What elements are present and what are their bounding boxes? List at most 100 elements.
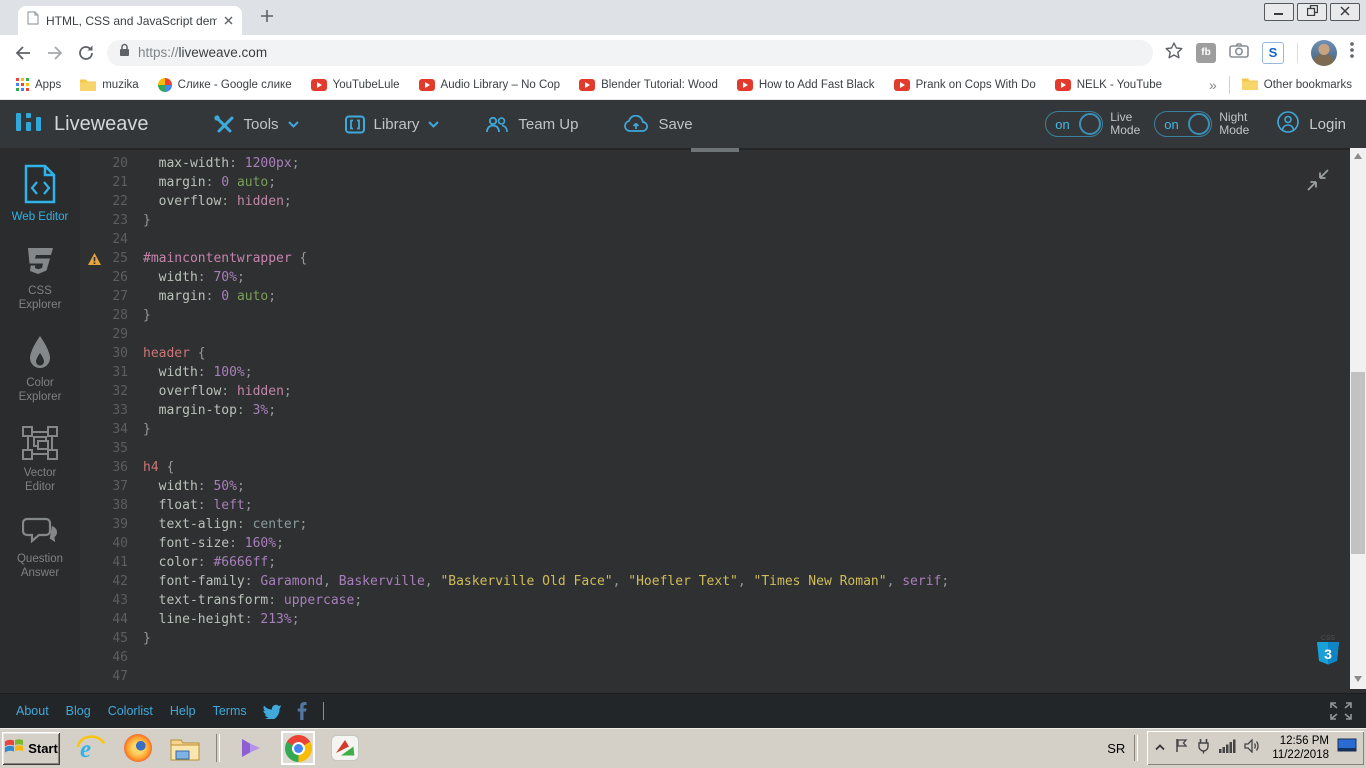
toggle-knob[interactable] [1079,113,1102,135]
code-line[interactable]: 44 line-height: 213%; [80,610,1350,629]
code-lines[interactable]: 20 max-width: 1200px; 21 margin: 0 auto; 2… [80,154,1350,686]
bookmark-how-to-add-fast-black[interactable]: How to Add Fast Black [736,78,875,91]
browser-tab[interactable]: HTML, CSS and JavaScript demo - Li [18,6,242,35]
collapse-pane-icon[interactable] [1306,168,1330,197]
code-line[interactable]: 32 overflow: hidden; [80,382,1350,401]
taskbar-app-download-manager[interactable] [329,732,361,764]
code-line[interactable]: 22 overflow: hidden; [80,192,1350,211]
twitter-icon[interactable] [262,703,282,719]
code-line[interactable]: 40 font-size: 160%; [80,534,1350,553]
action-center-flag-icon[interactable] [1174,738,1188,758]
fullscreen-expand-icon[interactable] [1328,700,1366,722]
facebook-icon[interactable] [297,702,307,720]
scroll-up-icon[interactable] [1350,150,1366,162]
reload-button[interactable] [78,45,95,61]
sidebar-item-question-answer[interactable]: Question Answer [3,516,77,580]
code-line[interactable]: 36 h4 { [80,458,1350,477]
camera-extension-icon[interactable] [1229,42,1249,63]
menu-item-save[interactable]: Save [624,115,693,133]
back-button[interactable] [14,45,32,61]
code-line[interactable]: 43 text-transform: uppercase; [80,591,1350,610]
taskbar-clock[interactable]: 12:56 PM 11/22/2018 [1272,734,1329,762]
new-tab-button[interactable] [256,7,278,29]
toggle-knob[interactable] [1188,113,1211,135]
bookmark-blender-tutorial-wood[interactable]: Blender Tutorial: Wood [579,78,718,91]
footer-link-about[interactable]: About [16,704,49,718]
code-line[interactable]: 42 font-family: Garamond, Baskerville, "… [80,572,1350,591]
code-line[interactable]: 21 margin: 0 auto; [80,173,1350,192]
fb-extension-icon[interactable]: fb [1196,42,1216,63]
bookmark-audio-library-no-cop[interactable]: Audio Library – No Cop [418,78,560,91]
sidebar-item-web-editor[interactable]: Web Editor [3,164,77,224]
code-line[interactable]: 38 float: left; [80,496,1350,515]
css-code-editor[interactable]: 20 max-width: 1200px; 21 margin: 0 auto; 2… [80,148,1350,693]
code-line[interactable]: 28} [80,306,1350,325]
login-button[interactable]: Login [1277,111,1346,137]
footer-link-help[interactable]: Help [170,704,196,718]
code-line[interactable]: 37 width: 50%; [80,477,1350,496]
page-scrollbar[interactable] [1350,148,1366,689]
bookmark-star-icon[interactable] [1165,41,1183,64]
bookmark-apps[interactable]: Apps [16,78,61,91]
live-mode-toggle[interactable]: on Live Mode [1045,111,1140,137]
liveweave-logo[interactable]: Liveweave [0,109,149,139]
language-indicator[interactable]: SR [1107,741,1125,756]
close-button[interactable] [1330,3,1360,21]
forward-button[interactable] [46,45,64,61]
address-bar[interactable]: https://liveweave.com [107,39,1153,66]
code-line[interactable]: 47 [80,667,1350,686]
minimize-button[interactable] [1264,3,1294,21]
taskbar-app-internet-explorer[interactable]: e [75,732,107,764]
code-line[interactable]: 35 [80,439,1350,458]
code-line[interactable]: 24 [80,230,1350,249]
code-line[interactable]: 29 [80,325,1350,344]
code-line[interactable]: 27 margin: 0 auto; [80,287,1350,306]
taskbar-app-chrome[interactable] [282,732,314,764]
volume-speaker-icon[interactable] [1244,737,1261,758]
sidebar-item-color-explorer[interactable]: Color Explorer [3,334,77,404]
profile-avatar[interactable] [1311,39,1337,66]
code-line[interactable]: 41 color: #6666ff; [80,553,1350,572]
code-line[interactable]: 25 #maincontentwrapper { [80,249,1350,268]
restore-button[interactable] [1297,3,1327,21]
hidden-icons-chevron[interactable] [1154,739,1166,757]
code-line[interactable]: 33 margin-top: 3%; [80,401,1350,420]
taskbar-app-file-explorer[interactable] [169,732,201,764]
start-button[interactable]: Start [2,731,60,765]
code-line[interactable]: 20 max-width: 1200px; [80,154,1350,173]
bookmark-google[interactable]: Слике - Google слике [157,77,292,92]
code-line[interactable]: 46 [80,648,1350,667]
bookmarks-overflow-chevron[interactable]: » [1209,77,1217,93]
power-plug-icon[interactable] [1196,738,1211,759]
sidebar-item-css-explorer[interactable]: CSS Explorer [3,246,77,312]
tab-close-icon[interactable] [224,12,233,30]
menu-item-tools[interactable]: Tools [213,114,299,134]
taskbar-app-firefox[interactable] [122,732,154,764]
other-bookmarks-button[interactable]: Other bookmarks [1241,77,1352,93]
bookmark-nelk-youtube[interactable]: NELK - YouTube [1054,78,1162,91]
code-line[interactable]: 26 width: 70%; [80,268,1350,287]
night-mode-pill[interactable]: on [1154,111,1213,137]
code-line[interactable]: 30 header { [80,344,1350,363]
live-mode-pill[interactable]: on [1045,111,1104,137]
night-mode-toggle[interactable]: on Night Mode [1154,111,1249,137]
display-tray-icon[interactable] [1337,738,1357,759]
s-extension-icon[interactable]: S [1262,41,1284,64]
code-line[interactable]: 34} [80,420,1350,439]
footer-link-terms[interactable]: Terms [213,704,247,718]
code-line[interactable]: 45} [80,629,1350,648]
bookmark-youtubelule[interactable]: YouTubeLule [310,78,400,91]
scrollbar-thumb[interactable] [1351,372,1365,554]
bookmark-prank-on-cops-with-do[interactable]: Prank on Cops With Do [893,78,1036,91]
network-signal-icon[interactable] [1219,739,1236,758]
menu-dots-icon[interactable] [1350,42,1354,63]
menu-item-team-up[interactable]: Team Up [485,116,578,133]
code-line[interactable]: 39 text-align: center; [80,515,1350,534]
code-line[interactable]: 23} [80,211,1350,230]
scroll-down-icon[interactable] [1350,673,1366,685]
sidebar-item-vector-editor[interactable]: Vector Editor [3,426,77,494]
https-lock-icon[interactable] [119,43,130,62]
code-line[interactable]: 31 width: 100%; [80,363,1350,382]
splitter-grip[interactable] [691,148,739,152]
footer-link-blog[interactable]: Blog [66,704,91,718]
